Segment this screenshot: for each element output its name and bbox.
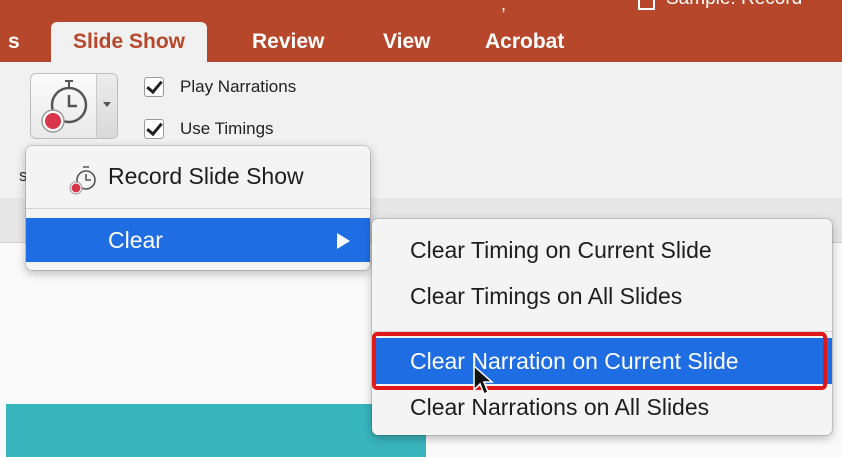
- play-narrations-checkbox[interactable]: [144, 77, 164, 97]
- record-dropdown-menu: Record Slide Show Clear: [26, 146, 370, 270]
- menu-item-clear-timings-all[interactable]: Clear Timings on All Slides: [372, 273, 832, 319]
- checkbox-icon[interactable]: [638, 0, 655, 10]
- record-stopwatch-icon: [41, 80, 88, 133]
- menu-separator: [26, 208, 370, 209]
- mouse-cursor-icon: [473, 364, 494, 396]
- menu-item-clear-timing-current[interactable]: Clear Timing on Current Slide: [372, 227, 832, 273]
- use-timings-label: Use Timings: [180, 119, 274, 138]
- menu-item-record-slide-show[interactable]: Record Slide Show: [26, 154, 370, 198]
- play-narrations-option[interactable]: Play Narrations: [144, 72, 296, 102]
- annotation-highlight-box: [372, 332, 827, 390]
- tab-review[interactable]: Review: [252, 22, 324, 62]
- use-timings-checkbox[interactable]: [144, 119, 164, 139]
- menu-item-clear-narrations-all[interactable]: Clear Narrations on All Slides: [372, 384, 832, 430]
- menu-item-label: Record Slide Show: [108, 163, 304, 189]
- tab-acrobat[interactable]: Acrobat: [485, 22, 564, 62]
- record-stopwatch-icon: [69, 166, 96, 195]
- record-slide-show-button[interactable]: [30, 73, 118, 139]
- tab-view[interactable]: View: [383, 22, 430, 62]
- clear-submenu: Clear Timing on Current Slide Clear Timi…: [372, 219, 832, 435]
- play-narrations-label: Play Narrations: [180, 77, 297, 96]
- title-punctuation: ,: [501, 0, 507, 14]
- record-dropdown-toggle[interactable]: [96, 74, 117, 138]
- menu-item-label: Clear: [108, 227, 163, 253]
- menu-item-clear[interactable]: Clear: [26, 218, 370, 262]
- use-timings-option[interactable]: Use Timings: [144, 114, 274, 144]
- ribbon-tab-bar: s Slide Show Review View Acrobat , Sampl…: [0, 0, 842, 62]
- tab-partial[interactable]: s: [8, 22, 20, 62]
- submenu-arrow-icon: [337, 233, 350, 249]
- slide-teal-shape: [6, 404, 426, 457]
- window-title-fragment: Sample: Record: [666, 0, 802, 10]
- chevron-down-icon: [103, 102, 111, 107]
- tab-slide-show[interactable]: Slide Show: [51, 22, 208, 62]
